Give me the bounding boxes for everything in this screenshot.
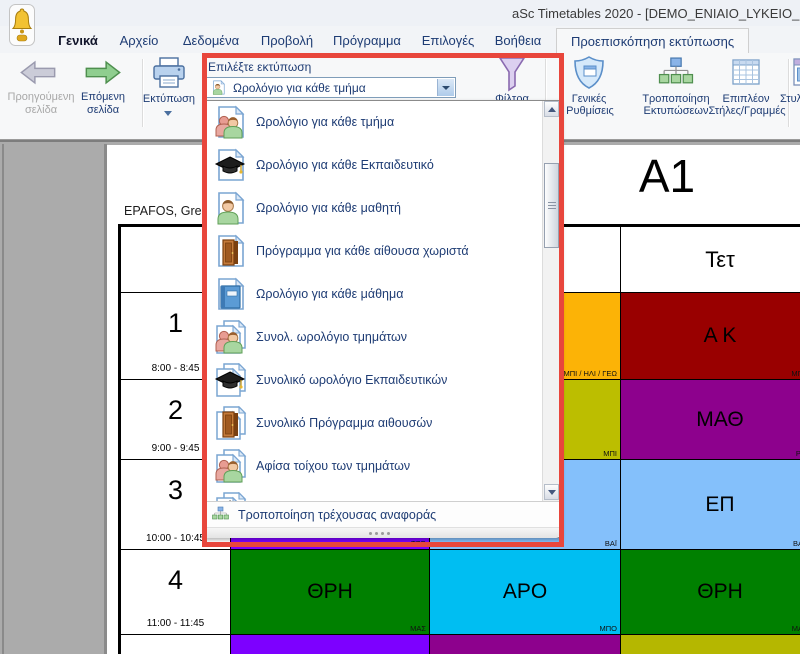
lesson-cell: ΕΠ ΒΑ	[620, 459, 800, 550]
style-icon[interactable]	[793, 57, 800, 92]
room-timetable-icon	[213, 234, 247, 273]
filters-icon[interactable]	[497, 55, 527, 98]
ribbon-tab-bar: Γενικά Αρχείο Δεδομένα Προβολή Πρόγραμμα…	[0, 26, 800, 54]
general-settings-label: Γενικές	[549, 93, 629, 105]
list-item-poster-classes[interactable]: Αφίσα τοίχου των τμημάτων	[204, 445, 559, 488]
scroll-up-button[interactable]	[544, 101, 559, 117]
lesson-cell	[429, 634, 621, 654]
list-item-summary-rooms[interactable]: Συνολικό Πρόγραμμα αιθουσών	[204, 402, 559, 445]
chevron-down-icon	[442, 86, 450, 90]
extra-columns-grid-icon[interactable]	[731, 57, 761, 92]
scroll-down-button[interactable]	[544, 484, 559, 500]
tab-file[interactable]: Αρχείο	[112, 30, 166, 52]
print-dropdown-caret-icon[interactable]	[164, 111, 172, 116]
subject-timetable-icon	[213, 277, 247, 316]
summary-classes-icon	[213, 320, 247, 359]
printout-list: Ωρολόγιο για κάθε τμήμα Ωρολόγιο για κάθ…	[204, 101, 559, 501]
poster-classes-icon	[213, 449, 247, 488]
list-item-student-timetable[interactable]: Ωρολόγιο για κάθε μαθητή	[204, 187, 559, 230]
lesson-cell	[230, 634, 430, 654]
class-title: A1	[597, 149, 737, 203]
combobox-dropdown-button[interactable]	[437, 79, 454, 96]
tab-print-preview[interactable]: Προεπισκόπηση εκτύπωσης	[556, 28, 749, 56]
title-bar: aSc Timetables 2020 - [DEMO_ENIAIO_LYKEI…	[0, 0, 800, 26]
style-label: Στυλ	[780, 93, 800, 105]
print-button-label: Εκτύπωση	[138, 93, 200, 105]
lesson-cell: Α Κ ΜΠ	[620, 292, 800, 380]
list-item-teacher-timetable[interactable]: Ωρολόγιο για κάθε Εκπαιδευτικό	[204, 144, 559, 187]
list-item-subject-timetable[interactable]: Ωρολόγιο για κάθε μάθημα	[204, 273, 559, 316]
list-item-summary-teachers[interactable]: Συνολικό ωρολόγιο Εκπαιδευτικών	[204, 359, 559, 402]
triangle-down-icon	[548, 490, 556, 495]
next-page-label2: σελίδα	[68, 104, 138, 116]
triangle-up-icon	[548, 107, 556, 112]
tab-general[interactable]: Γενικά	[52, 30, 104, 52]
printout-combobox-value: Ωρολόγιο για κάθε τμήμα	[233, 81, 366, 95]
class-timetable-mini-icon	[211, 80, 226, 100]
period-cell: 4 11:00 - 11:45	[120, 549, 231, 635]
previous-page-arrow-icon[interactable]	[19, 60, 57, 90]
period-number: 4	[121, 565, 230, 596]
summary-teachers-icon	[213, 363, 247, 402]
printout-dropdown-panel: Ωρολόγιο για κάθε τμήμα Ωρολόγιο για κάθ…	[203, 100, 560, 538]
grip-dots-icon	[369, 532, 372, 535]
list-item-summary-classes[interactable]: Συνολ. ωρολόγιο τμημάτων	[204, 316, 559, 359]
poster-teachers-icon	[213, 492, 247, 501]
next-page-label: Επόμενη	[68, 91, 138, 103]
school-name-note: EPAFOS, Gree	[124, 204, 209, 218]
scrollbar-thumb[interactable]	[544, 163, 559, 248]
lesson-cell: ΜΑΘ ΡΙ	[620, 379, 800, 460]
dropdown-resize-grip[interactable]	[204, 527, 559, 538]
printout-combobox[interactable]: Ωρολόγιο για κάθε τμήμα	[206, 77, 456, 98]
thumb-grip-icon	[548, 202, 556, 203]
tab-data[interactable]: Δεδομένα	[176, 30, 246, 52]
period-time: 11:00 - 11:45	[121, 618, 230, 629]
tab-timetable[interactable]: Πρόγραμμα	[328, 30, 406, 52]
select-printout-label: Επιλέξτε εκτύπωση	[208, 60, 311, 74]
lesson-cell: ΑΡΟ ΜΠΟ	[429, 549, 621, 635]
list-item-class-timetable[interactable]: Ωρολόγιο για κάθε τμήμα	[204, 101, 559, 144]
general-settings-shield-icon[interactable]	[572, 55, 606, 96]
print-button-icon[interactable]	[151, 56, 187, 95]
list-item-poster-teachers[interactable]: Αφίσα τοίχου Εκπαιδευτικών	[204, 488, 559, 501]
period-cell	[120, 634, 231, 654]
day-header-cell: Τετ	[620, 226, 800, 293]
lesson-cell	[620, 634, 800, 654]
lesson-cell: ΘΡΗ ΜΑΣ	[230, 549, 430, 635]
day-header-label: Τετ	[621, 227, 800, 292]
tab-options[interactable]: Επιλογές	[416, 30, 480, 52]
list-item-room-timetable[interactable]: Πρόγραμμα για κάθε αίθουσα χωριστά	[204, 230, 559, 273]
extra-columns-label2: Στήλες/Γραμμές	[697, 105, 797, 117]
window-title: aSc Timetables 2020 - [DEMO_ENIAIO_LYKEI…	[512, 6, 800, 22]
dropdown-scrollbar[interactable]	[542, 101, 559, 501]
class-timetable-icon	[213, 105, 247, 144]
tab-help[interactable]: Βοήθεια	[490, 30, 546, 52]
modify-current-report-item[interactable]: Τροποποίηση τρέχουσας αναφοράς	[204, 501, 559, 528]
summary-rooms-icon	[213, 406, 247, 445]
extra-columns-label: Επιπλέον	[714, 93, 778, 105]
teacher-timetable-icon	[213, 148, 247, 187]
student-timetable-icon	[213, 191, 247, 230]
asc-bell-logo-icon[interactable]	[9, 4, 35, 46]
modify-report-icon	[212, 506, 229, 527]
app-window: aSc Timetables 2020 - [DEMO_ENIAIO_LYKEI…	[0, 0, 800, 654]
lesson-cell: ΘΡΗ ΜΑ	[620, 549, 800, 635]
page-margin-line	[2, 144, 4, 654]
modify-printouts-icon[interactable]	[658, 56, 694, 94]
next-page-arrow-icon[interactable]	[84, 60, 122, 90]
tab-view[interactable]: Προβολή	[256, 30, 318, 52]
